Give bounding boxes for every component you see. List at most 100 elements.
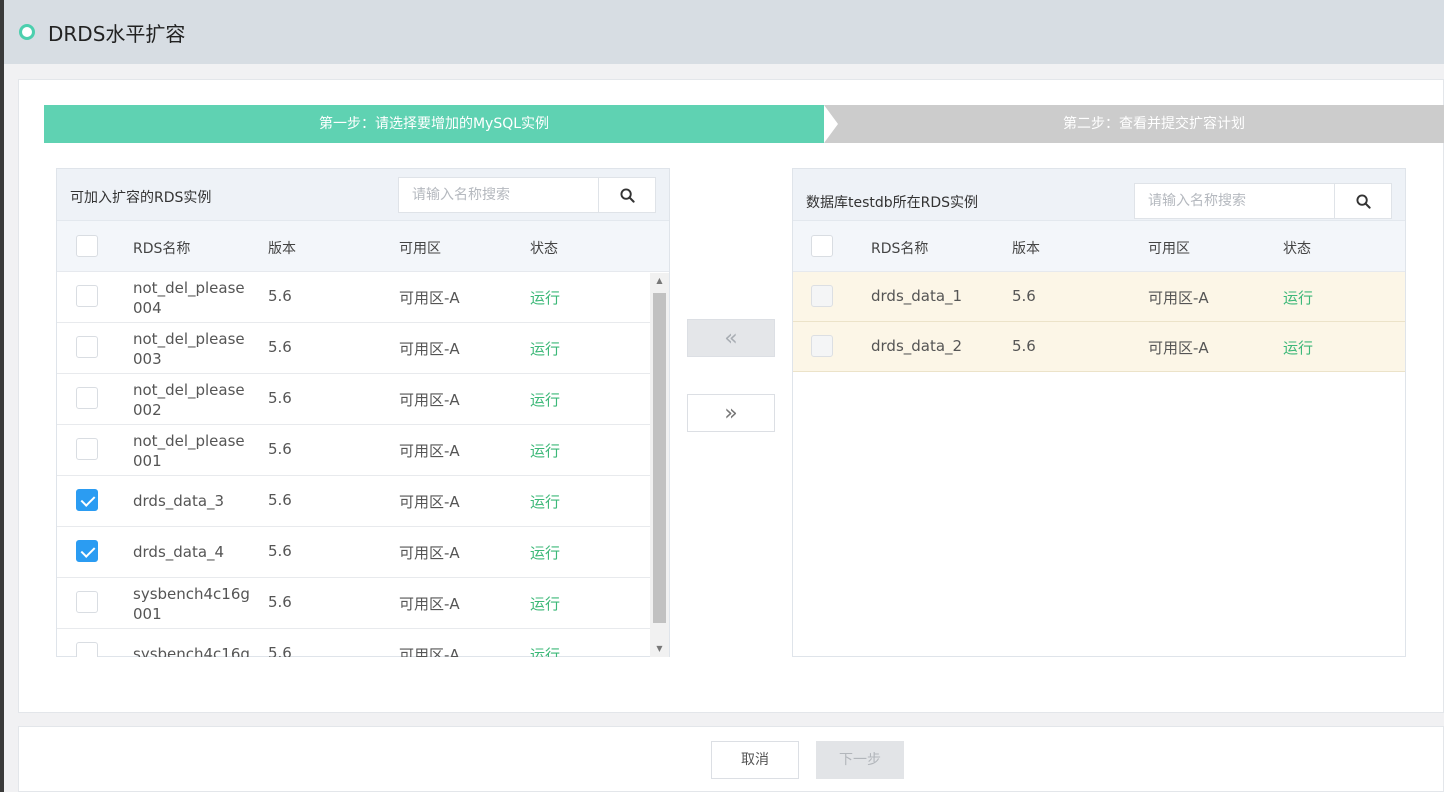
current-rds-panel: 数据库testdb所在RDS实例 RDS名称 版本 可用区 状态 drds_da… bbox=[792, 168, 1406, 657]
table-row[interactable]: not_del_please 004 5.6 可用区-A 运行 bbox=[57, 272, 669, 323]
col-az: 可用区 bbox=[1148, 241, 1190, 257]
table-header: RDS名称 版本 可用区 状态 bbox=[793, 221, 1405, 272]
rds-name: sysbench4c16g 001 bbox=[133, 585, 250, 623]
double-chevron-left-icon: « bbox=[724, 325, 738, 351]
version: 5.6 bbox=[268, 338, 292, 356]
version: 5.6 bbox=[268, 644, 292, 657]
search-box bbox=[398, 177, 656, 213]
row-checkbox[interactable] bbox=[76, 540, 98, 562]
table-row: drds_data_2 5.6 可用区-A 运行 bbox=[793, 322, 1405, 372]
col-version: 版本 bbox=[268, 241, 296, 257]
available-rds-panel: 可加入扩容的RDS实例 RDS名称 版本 可用区 状态 not_del_plea… bbox=[56, 168, 670, 657]
col-az: 可用区 bbox=[399, 241, 441, 257]
panel-title: 可加入扩容的RDS实例 bbox=[70, 190, 212, 206]
panel-title: 数据库testdb所在RDS实例 bbox=[806, 195, 979, 211]
table-row[interactable]: not_del_please 001 5.6 可用区-A 运行 bbox=[57, 425, 669, 476]
row-checkbox[interactable] bbox=[76, 285, 98, 307]
col-name: RDS名称 bbox=[871, 241, 929, 257]
search-box bbox=[1134, 183, 1392, 219]
table-row[interactable]: drds_data_4 5.6 可用区-A 运行 bbox=[57, 527, 669, 578]
status-text: 运行 bbox=[1283, 289, 1314, 307]
table-row[interactable]: drds_data_3 5.6 可用区-A 运行 bbox=[57, 476, 669, 527]
step-1: 第一步：请选择要增加的MySQL实例 bbox=[44, 105, 824, 143]
row-checkbox[interactable] bbox=[76, 438, 98, 460]
status-text: 运行 bbox=[530, 289, 561, 307]
search-input[interactable] bbox=[399, 178, 599, 212]
rds-name: not_del_please 003 bbox=[133, 330, 245, 368]
availability-zone: 可用区-A bbox=[1148, 339, 1209, 357]
page-title: DRDS水平扩容 bbox=[48, 21, 186, 46]
scroll-up-arrow[interactable]: ▲ bbox=[650, 273, 669, 289]
rds-name: drds_data_2 bbox=[871, 337, 963, 355]
version: 5.6 bbox=[268, 389, 292, 407]
col-name: RDS名称 bbox=[133, 241, 191, 257]
row-checkbox[interactable] bbox=[76, 591, 98, 613]
version: 5.6 bbox=[1012, 287, 1036, 305]
rds-name: sysbench4c16g bbox=[133, 645, 250, 657]
version: 5.6 bbox=[268, 593, 292, 611]
version: 5.6 bbox=[268, 491, 292, 509]
move-right-button[interactable]: » bbox=[687, 394, 775, 432]
status-text: 运行 bbox=[530, 493, 561, 511]
availability-zone: 可用区-A bbox=[399, 544, 460, 562]
availability-zone: 可用区-A bbox=[399, 391, 460, 409]
col-version: 版本 bbox=[1012, 241, 1040, 257]
search-icon bbox=[1356, 193, 1371, 209]
availability-zone: 可用区-A bbox=[399, 442, 460, 460]
circle-icon bbox=[19, 24, 35, 40]
version: 5.6 bbox=[1012, 337, 1036, 355]
status-text: 运行 bbox=[1283, 339, 1314, 357]
scroll-thumb[interactable] bbox=[653, 293, 666, 623]
double-chevron-right-icon: » bbox=[724, 400, 738, 426]
table-row[interactable]: sysbench4c16g 5.6 可用区-A 运行 bbox=[57, 629, 669, 657]
left-edge-bar bbox=[0, 0, 4, 792]
availability-zone: 可用区-A bbox=[399, 646, 460, 657]
search-button[interactable] bbox=[1334, 184, 1391, 218]
status-text: 运行 bbox=[530, 544, 561, 562]
rds-name: not_del_please 001 bbox=[133, 432, 245, 470]
row-checkbox[interactable] bbox=[76, 387, 98, 409]
row-checkbox[interactable] bbox=[76, 336, 98, 358]
status-text: 运行 bbox=[530, 391, 561, 409]
rds-name: drds_data_4 bbox=[133, 543, 225, 561]
availability-zone: 可用区-A bbox=[1148, 289, 1209, 307]
col-status: 状态 bbox=[1283, 241, 1311, 257]
table-body: drds_data_1 5.6 可用区-A 运行 drds_data_2 5.6 可用区-A… bbox=[793, 272, 1405, 372]
availability-zone: 可用区-A bbox=[399, 595, 460, 613]
rds-name: drds_data_1 bbox=[871, 287, 963, 305]
page-header: DRDS水平扩容 bbox=[4, 0, 1444, 64]
rds-name: drds_data_3 bbox=[133, 492, 225, 510]
panel-header: 数据库testdb所在RDS实例 bbox=[793, 169, 1405, 221]
availability-zone: 可用区-A bbox=[399, 493, 460, 511]
table-row: drds_data_1 5.6 可用区-A 运行 bbox=[793, 272, 1405, 322]
rds-name: not_del_please 002 bbox=[133, 381, 245, 419]
search-icon bbox=[620, 187, 635, 203]
table-row[interactable]: sysbench4c16g 001 5.6 可用区-A 运行 bbox=[57, 578, 669, 629]
next-step-button[interactable]: 下一步 bbox=[816, 741, 904, 779]
row-checkbox bbox=[811, 285, 833, 307]
select-all-checkbox[interactable] bbox=[811, 235, 833, 257]
col-status: 状态 bbox=[530, 241, 558, 257]
select-all-checkbox[interactable] bbox=[76, 235, 98, 257]
status-text: 运行 bbox=[530, 595, 561, 613]
availability-zone: 可用区-A bbox=[399, 340, 460, 358]
search-input[interactable] bbox=[1135, 184, 1335, 218]
search-button[interactable] bbox=[598, 178, 655, 212]
rds-name: not_del_please 004 bbox=[133, 279, 245, 317]
step-progress: 第一步：请选择要增加的MySQL实例 第二步：查看并提交扩容计划 bbox=[44, 105, 1444, 143]
row-checkbox[interactable] bbox=[76, 489, 98, 511]
status-text: 运行 bbox=[530, 340, 561, 358]
scrollbar[interactable]: ▲ ▼ bbox=[650, 273, 669, 657]
table-body: not_del_please 004 5.6 可用区-A 运行 not_del_plea… bbox=[57, 272, 669, 657]
footer-bar: 取消 下一步 bbox=[18, 726, 1444, 792]
version: 5.6 bbox=[268, 542, 292, 560]
version: 5.6 bbox=[268, 440, 292, 458]
panel-header: 可加入扩容的RDS实例 bbox=[57, 169, 669, 221]
move-left-button[interactable]: « bbox=[687, 319, 775, 357]
table-row[interactable]: not_del_please 002 5.6 可用区-A 运行 bbox=[57, 374, 669, 425]
status-text: 运行 bbox=[530, 442, 561, 460]
scroll-down-arrow[interactable]: ▼ bbox=[650, 641, 669, 657]
table-row[interactable]: not_del_please 003 5.6 可用区-A 运行 bbox=[57, 323, 669, 374]
row-checkbox[interactable] bbox=[76, 642, 98, 657]
cancel-button[interactable]: 取消 bbox=[711, 741, 799, 779]
